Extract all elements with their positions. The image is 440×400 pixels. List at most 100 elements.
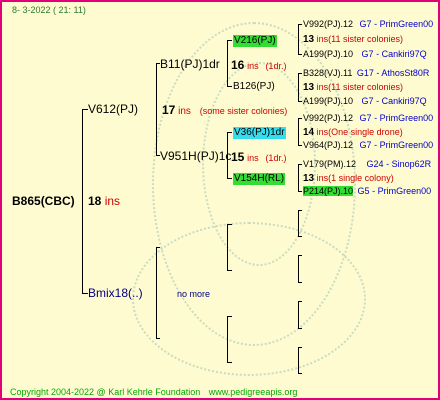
ff-bracket-top: [227, 40, 232, 41]
mother-node[interactable]: Bmix18(..): [88, 286, 143, 300]
b4-2-line: [298, 73, 299, 102]
b4-1-line: [298, 24, 299, 55]
b4-8-top: [298, 347, 302, 348]
leaf-ins-label: ins: [316, 34, 329, 44]
leaf-code: G7: [359, 113, 372, 123]
b4-6-line: [298, 255, 299, 283]
root-node[interactable]: B865(CBC): [12, 194, 75, 208]
fm-ins-note: (1dr.): [265, 153, 287, 163]
leaf-row[interactable]: V992(PJ).12 G7 - PrimGreen00: [303, 112, 433, 124]
leaf-ins-note: (11 sister colonies): [328, 34, 404, 44]
leaf-name: V179(PM).12: [303, 159, 357, 169]
ff-ins-label: ins: [247, 61, 259, 71]
b4-3-line: [298, 118, 299, 146]
b4-4-line: [298, 164, 299, 192]
leaf-ins-count: 13: [303, 173, 315, 184]
leaf-place: - PrimGreen00: [374, 19, 434, 29]
mother-bracket-bottom: [156, 338, 160, 339]
mf-bracket-top: [227, 224, 232, 225]
leaf-row[interactable]: V179(PM).12 G24 - Sinop62R: [303, 158, 431, 170]
fff-node[interactable]: V216(PJ): [233, 35, 277, 47]
b4-7-bottom: [298, 328, 302, 329]
leaf-row[interactable]: B328(VJ).11 G17 - AthosSt80R: [303, 67, 429, 79]
pedigree-chart: 8- 3-2022 ( 21: 11) B865(CBC) 18 ins V61…: [0, 0, 440, 400]
leaf-ins-row: 13 ins(11 sister colonies): [303, 81, 403, 94]
leaf-place: - PrimGreen00: [374, 113, 434, 123]
fm-ins-label: ins: [247, 153, 259, 163]
b4-2-bottom: [298, 101, 302, 102]
mf-bracket-bottom: [227, 270, 232, 271]
footer-url[interactable]: www.pedigreeapis.org: [209, 387, 298, 397]
leaf-name: V992(PJ).12: [303, 113, 354, 123]
mother-bracket-line: [156, 247, 157, 339]
fm-node[interactable]: V951H(PJ)1c: [160, 149, 231, 163]
fmm-node[interactable]: V154H(RL): [233, 173, 286, 185]
father-node[interactable]: V612(PJ): [88, 102, 138, 116]
mother-bracket-top: [156, 247, 160, 248]
leaf-row[interactable]: A199(PJ).10 G7 - Cankiri97Q: [303, 48, 427, 60]
leaf-ins-note: (11 sister colonies): [328, 82, 404, 92]
b4-6-bottom: [298, 282, 302, 283]
leaf-name: V992(PJ).12: [303, 19, 354, 29]
mm-bracket-bottom: [227, 362, 232, 363]
leaf-place: - PrimGreen00: [372, 186, 432, 196]
footer: Copyright 2004-2022 @ Karl Kehrle Founda…: [10, 386, 297, 398]
fm-bracket-top: [227, 132, 232, 133]
leaf-ins-note: (1 single colony): [328, 173, 394, 183]
header-date: 8- 3-2022 ( 21: 11): [12, 5, 86, 15]
leaf-ins-note: (One single drone): [328, 127, 403, 137]
mf-bracket-line: [227, 224, 228, 271]
leaf-code: G5: [357, 186, 370, 196]
b4-1-bottom: [298, 54, 302, 55]
ffm-node[interactable]: B126(PJ): [233, 81, 275, 93]
leaf-name: P214(PJ).10: [303, 186, 354, 196]
leaf-code: G7: [359, 19, 372, 29]
leaf-code: G7: [359, 140, 372, 150]
leaf-place: - Cankiri97Q: [376, 96, 427, 106]
leaf-row[interactable]: V964(PJ).12 G7 - PrimGreen00: [303, 139, 433, 151]
fm-bracket-line: [227, 132, 228, 179]
fm-ins-count: 15: [231, 150, 245, 164]
fmf-node[interactable]: V36(PJ)1dr: [233, 127, 286, 139]
b4-1-top: [298, 24, 302, 25]
b4-5-line: [298, 210, 299, 237]
b4-3-bottom: [298, 145, 302, 146]
b4-6-top: [298, 255, 302, 256]
leaf-ins-count: 14: [303, 127, 315, 138]
leaf-code: G24: [366, 159, 384, 169]
b4-4-top: [298, 164, 302, 165]
father-ins-label: ins: [178, 106, 191, 117]
leaf-place: - PrimGreen00: [374, 140, 434, 150]
leaf-code: G7: [361, 96, 374, 106]
leaf-place: - AthosSt80R: [376, 68, 430, 78]
leaf-row[interactable]: V992(PJ).12 G7 - PrimGreen00: [303, 18, 433, 30]
father-ins-note: (some sister colonies): [199, 106, 288, 116]
root-ins: 18 ins: [88, 194, 120, 208]
mother-note: no more: [177, 289, 211, 299]
ff-ins-count: 16: [231, 58, 245, 72]
leaf-name: A199(PJ).10: [303, 49, 354, 59]
ff-ins: 16 ins (1dr.): [231, 58, 286, 73]
root-name: B865(CBC): [12, 194, 75, 208]
leaf-row[interactable]: A199(PJ).10 G7 - Cankiri97Q: [303, 95, 427, 107]
leaf-row[interactable]: P214(PJ).10 G5 - PrimGreen00: [303, 185, 431, 197]
leaf-ins-label: ins: [316, 127, 329, 137]
ff-node[interactable]: B11(PJ)1dr: [160, 57, 220, 71]
b4-7-top: [298, 301, 302, 302]
leaf-ins-row: 13 ins(11 sister colonies): [303, 33, 403, 46]
fm-ins: 15 ins (1dr.): [231, 150, 286, 165]
ff-bracket-bottom: [227, 86, 232, 87]
watermark-ring-lower: [132, 222, 366, 376]
leaf-place: - Sinop62R: [386, 159, 432, 169]
b4-7-line: [298, 301, 299, 329]
leaf-ins-row: 13 ins(1 single colony): [303, 172, 394, 185]
leaf-ins-label: ins: [316, 82, 329, 92]
footer-copyright: Copyright 2004-2022 @ Karl Kehrle Founda…: [10, 387, 201, 397]
leaf-ins-count: 13: [303, 82, 315, 93]
b4-2-top: [298, 73, 302, 74]
b4-8-bottom: [298, 373, 302, 374]
leaf-place: - Cankiri97Q: [376, 49, 427, 59]
b4-3-top: [298, 118, 302, 119]
fm-bracket-bottom: [227, 178, 232, 179]
leaf-code: G17: [356, 68, 374, 78]
